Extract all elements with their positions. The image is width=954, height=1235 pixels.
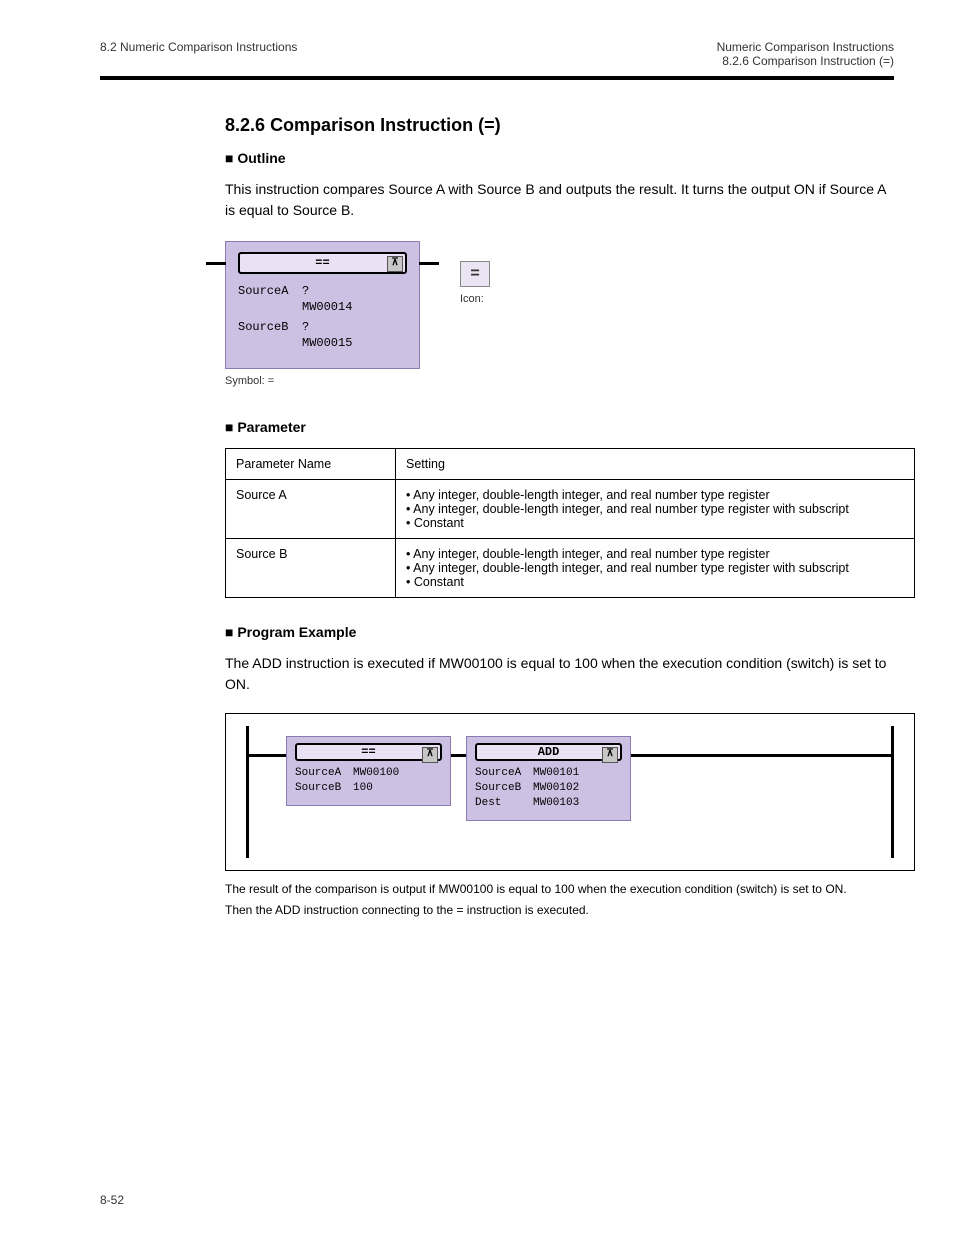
row-label: Dest (475, 797, 527, 809)
block-row: Dest MW00103 (475, 797, 622, 809)
page-header: 8.2 Numeric Comparison Instructions Nume… (100, 40, 894, 80)
parameter-table: Parameter Name Setting Source A • Any in… (225, 448, 915, 598)
block-row: SourceB 100 (295, 782, 442, 794)
program-caption-line2: Then the ADD instruction connecting to t… (225, 902, 915, 919)
ladder-rung: == ⊼ SourceA MW00100 SourceB 100 ADD ⊼ (246, 732, 894, 852)
setting-line: • Any integer, double-length integer, an… (406, 547, 904, 561)
power-rail-left (246, 726, 249, 858)
rail-connector-right (419, 262, 439, 265)
example-intro: The ADD instruction is executed if MW001… (225, 653, 894, 695)
section-title: 8.2.6 Comparison Instruction (=) (225, 115, 894, 136)
parameter-heading: ■ Parameter (225, 417, 894, 438)
row-value: MW00103 (533, 797, 579, 809)
block-row-sourceb: SourceB ? (238, 320, 407, 334)
comparison-block: == ⊼ SourceA ? MW00014 SourceB ? MW00015 (225, 241, 420, 369)
block-row: SourceA MW00101 (475, 767, 622, 779)
row-label: SourceB (475, 782, 527, 794)
equals-icon: = (460, 261, 490, 287)
th-parameter-name: Parameter Name (226, 449, 396, 480)
header-right-line2: 8.2.6 Comparison Instruction (=) (717, 54, 894, 68)
th-setting: Setting (396, 449, 915, 480)
symbol-caption: Symbol: = (225, 375, 420, 387)
outline-text: This instruction compares Source A with … (225, 179, 894, 221)
table-row: Source B • Any integer, double-length in… (226, 539, 915, 598)
setting-line: • Any integer, double-length integer, an… (406, 488, 904, 502)
expand-icon: ⊼ (387, 256, 403, 272)
expand-icon: ⊼ (422, 747, 438, 763)
table-row: Source A • Any integer, double-length in… (226, 480, 915, 539)
setting-line: • Any integer, double-length integer, an… (406, 561, 904, 575)
header-right-line1: Numeric Comparison Instructions (717, 40, 894, 54)
block-operator: ADD (477, 745, 620, 759)
expand-icon: ⊼ (602, 747, 618, 763)
row-label: SourceA (238, 284, 296, 298)
example-heading: ■ Program Example (225, 622, 894, 643)
row-label: SourceA (295, 767, 347, 779)
outline-heading: ■ Outline (225, 148, 894, 169)
rail-connector-left (206, 262, 226, 265)
row-question: ? (302, 320, 309, 334)
row-value: MW00101 (533, 767, 579, 779)
icon-caption: Icon: (460, 293, 490, 305)
param-name-cell: Source A (226, 480, 396, 539)
param-name-cell: Source B (226, 539, 396, 598)
block-operator: == (240, 256, 405, 270)
block-row-sourcea: SourceA ? (238, 284, 407, 298)
setting-line: • Any integer, double-length integer, an… (406, 502, 904, 516)
block-row: SourceB MW00102 (475, 782, 622, 794)
symbol-figure: == ⊼ SourceA ? MW00014 SourceB ? MW00015… (225, 241, 894, 387)
power-rail-right (891, 726, 894, 858)
block-row: SourceA MW00100 (295, 767, 442, 779)
param-setting-cell: • Any integer, double-length integer, an… (396, 480, 915, 539)
row-label: SourceB (295, 782, 347, 794)
row-label: SourceB (238, 320, 296, 334)
header-left: 8.2 Numeric Comparison Instructions (100, 40, 297, 54)
setting-line: • Constant (406, 575, 904, 589)
block-header: == ⊼ (238, 252, 407, 274)
program-caption-line1: The result of the comparison is output i… (225, 881, 915, 898)
rung-block-add: ADD ⊼ SourceA MW00101 SourceB MW00102 De… (466, 736, 631, 821)
section-name: Comparison Instruction (=) (270, 115, 501, 135)
row-value: MW00102 (533, 782, 579, 794)
block-operator: == (297, 745, 440, 759)
block-header: ADD ⊼ (475, 743, 622, 761)
row-question: ? (302, 284, 309, 298)
row-value: MW00100 (353, 767, 399, 779)
block-header: == ⊼ (295, 743, 442, 761)
row-label: SourceA (475, 767, 527, 779)
param-setting-cell: • Any integer, double-length integer, an… (396, 539, 915, 598)
row-value: 100 (353, 782, 373, 794)
setting-line: • Constant (406, 516, 904, 530)
program-example-box: == ⊼ SourceA MW00100 SourceB 100 ADD ⊼ (225, 713, 915, 871)
rung-block-compare: == ⊼ SourceA MW00100 SourceB 100 (286, 736, 451, 806)
icon-glyph: = (470, 265, 479, 283)
page-number: 8-52 (100, 1193, 124, 1207)
row-value-sourcea: MW00014 (302, 300, 407, 314)
section-number: 8.2.6 (225, 115, 265, 135)
row-value-sourceb: MW00015 (302, 336, 407, 350)
